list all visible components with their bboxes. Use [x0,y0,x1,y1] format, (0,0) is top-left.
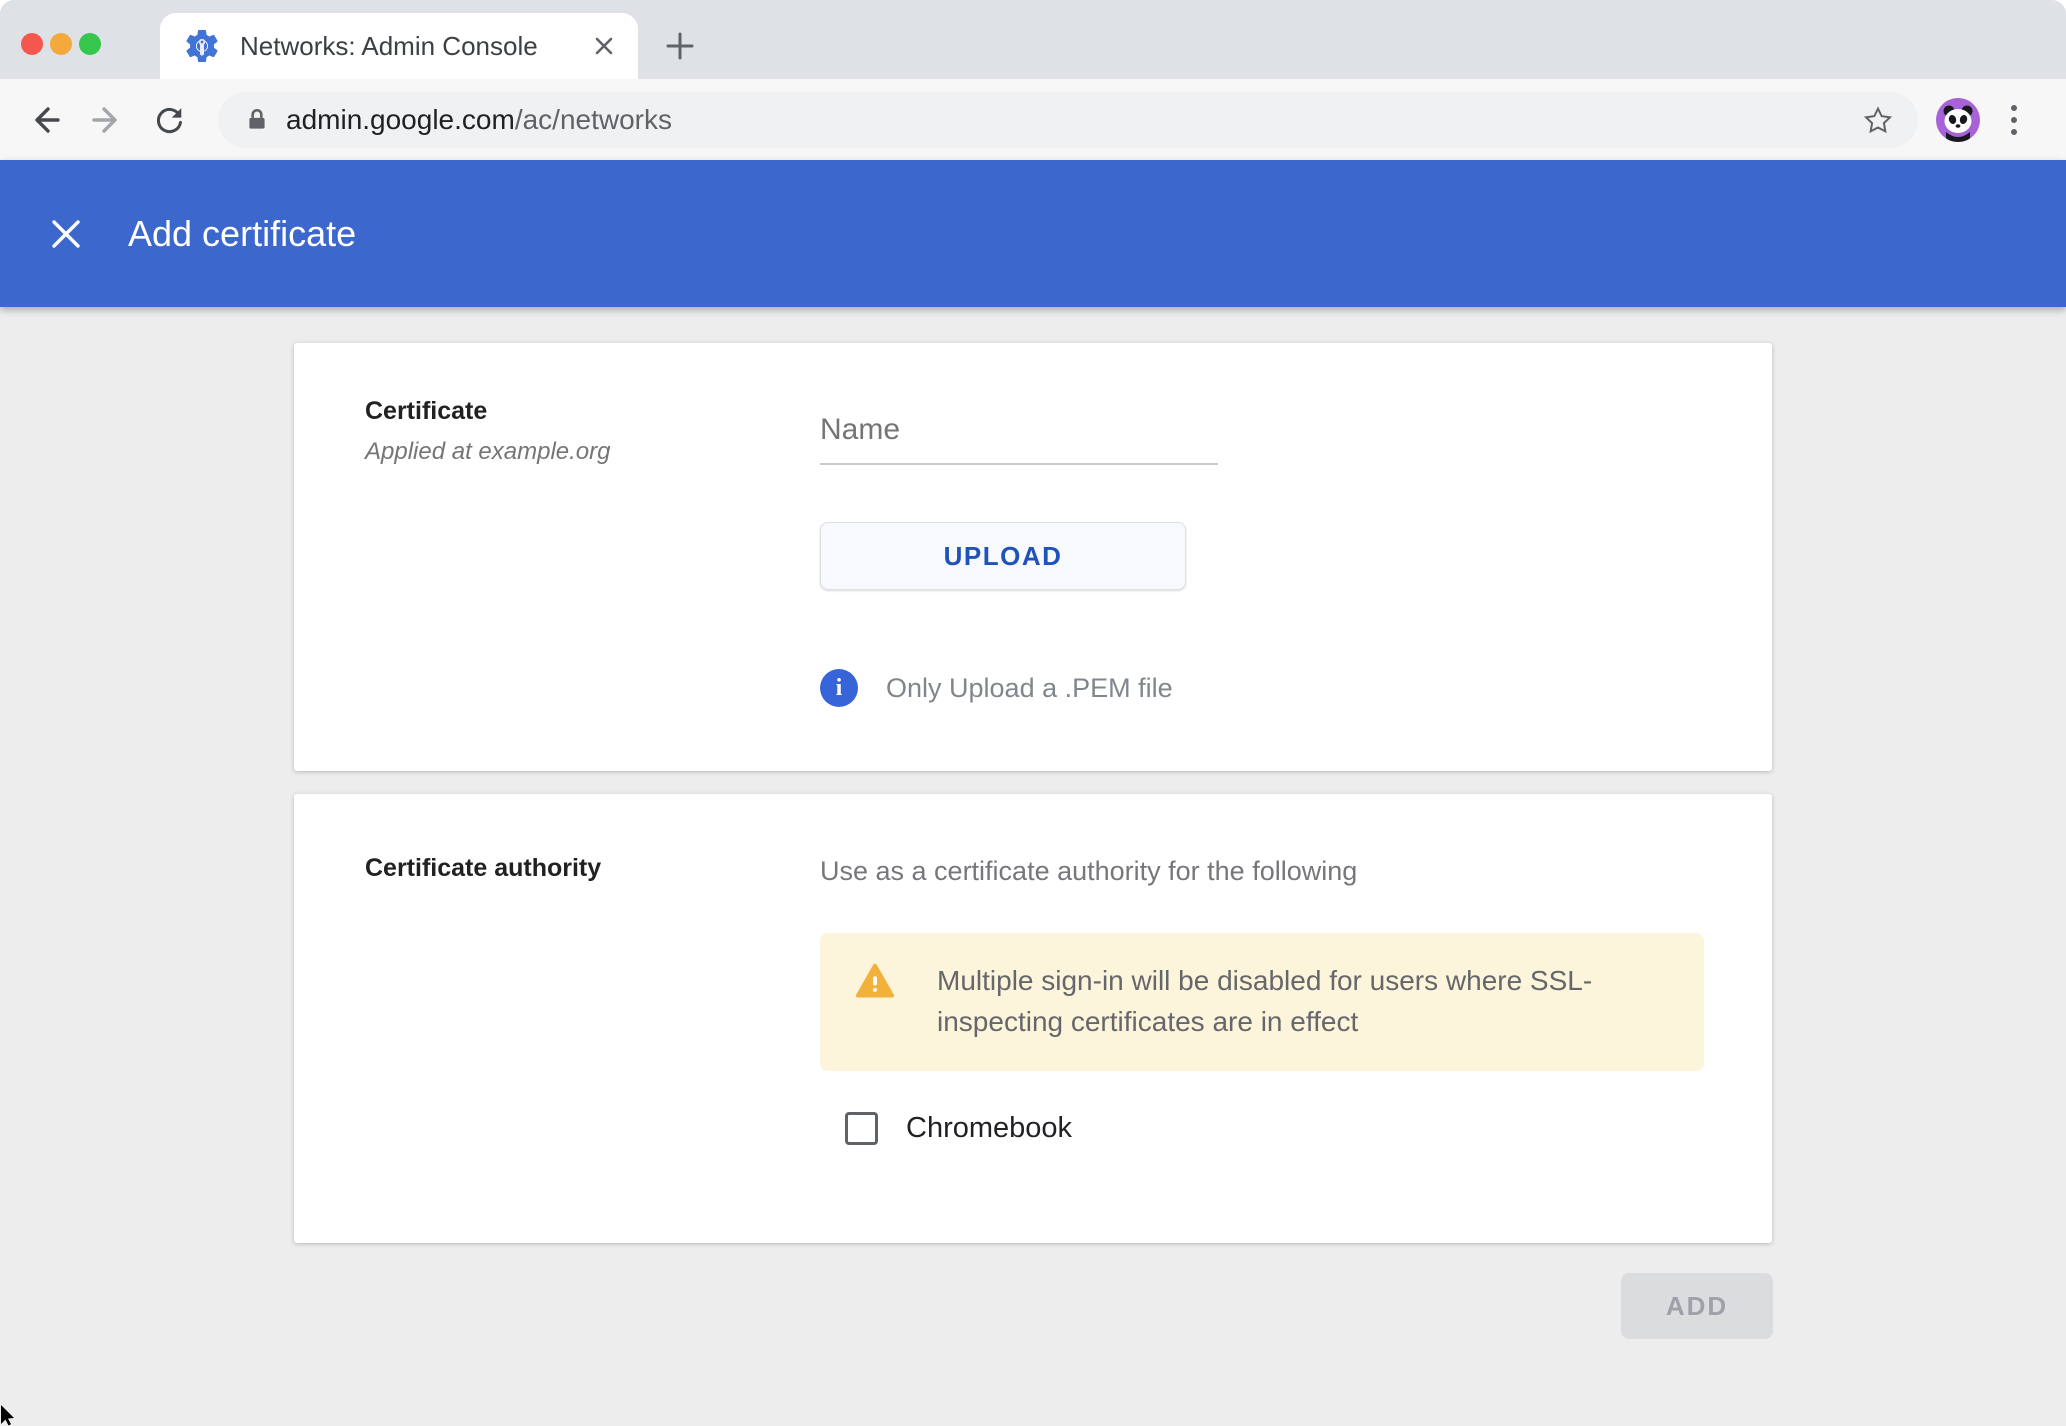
certificate-authority-card: Certificate authority Use as a certifica… [294,794,1772,1243]
browser-toolbar: admin.google.com/ac/networks [0,79,2066,160]
warning-triangle-icon [852,960,898,1002]
mouse-cursor [0,1404,16,1426]
dot-icon [2011,117,2017,123]
new-tab-button[interactable] [658,24,702,68]
window-minimize-button[interactable] [50,33,72,55]
forward-arrow-icon [88,101,126,139]
url-bar[interactable]: admin.google.com/ac/networks [218,92,1918,148]
forward-button[interactable] [84,97,130,143]
browser-menu-button[interactable] [2002,98,2026,142]
reload-button[interactable] [146,97,192,143]
chromebook-checkbox-label: Chromebook [906,1112,1072,1145]
dot-icon [2011,129,2017,135]
page-title: Add certificate [128,213,356,255]
certificate-card: Certificate Applied at example.org UPLOA… [294,343,1772,771]
window-zoom-button[interactable] [79,33,101,55]
admin-console-favicon-icon [182,26,222,66]
browser-tab[interactable]: Networks: Admin Console [160,13,638,79]
certificate-card-title: Certificate [365,397,610,426]
chromebook-checkbox[interactable] [845,1112,878,1145]
close-dialog-icon[interactable] [48,216,84,252]
profile-avatar[interactable] [1936,98,1980,142]
url-domain: admin.google.com [286,104,515,135]
certificate-label-block: Certificate Applied at example.org [365,397,610,466]
add-button[interactable]: ADD [1621,1273,1773,1339]
lock-icon[interactable] [244,107,270,133]
warning-text: Multiple sign-in will be disabled for us… [937,960,1657,1042]
reload-icon [150,101,188,139]
dialog-header: Add certificate [0,160,2066,307]
authority-description: Use as a certificate authority for the f… [820,856,1357,887]
info-icon: i [820,669,858,707]
back-button[interactable] [22,97,68,143]
upload-info-row: i Only Upload a .PEM file [820,669,1173,707]
chromebook-checkbox-row: Chromebook [845,1112,1072,1145]
window-close-button[interactable] [21,33,43,55]
plus-icon [663,29,697,63]
tab-title: Networks: Admin Console [240,31,590,62]
browser-window: Networks: Admin Console [0,0,2066,1426]
tab-close-icon[interactable] [590,32,618,60]
tab-strip: Networks: Admin Console [0,0,2066,79]
upload-info-text: Only Upload a .PEM file [886,673,1173,704]
certificate-card-subtitle: Applied at example.org [365,438,610,466]
certificate-name-input[interactable] [820,413,1218,465]
dot-icon [2011,105,2017,111]
authority-card-title: Certificate authority [365,854,601,883]
upload-button[interactable]: UPLOAD [820,522,1186,590]
authority-label-block: Certificate authority [365,854,601,883]
url-path: /ac/networks [515,104,672,135]
warning-banner: Multiple sign-in will be disabled for us… [820,933,1704,1071]
url-text: admin.google.com/ac/networks [286,104,1862,136]
back-arrow-icon [26,101,64,139]
bookmark-star-icon[interactable] [1862,104,1894,136]
panda-avatar-icon [1936,98,1980,142]
